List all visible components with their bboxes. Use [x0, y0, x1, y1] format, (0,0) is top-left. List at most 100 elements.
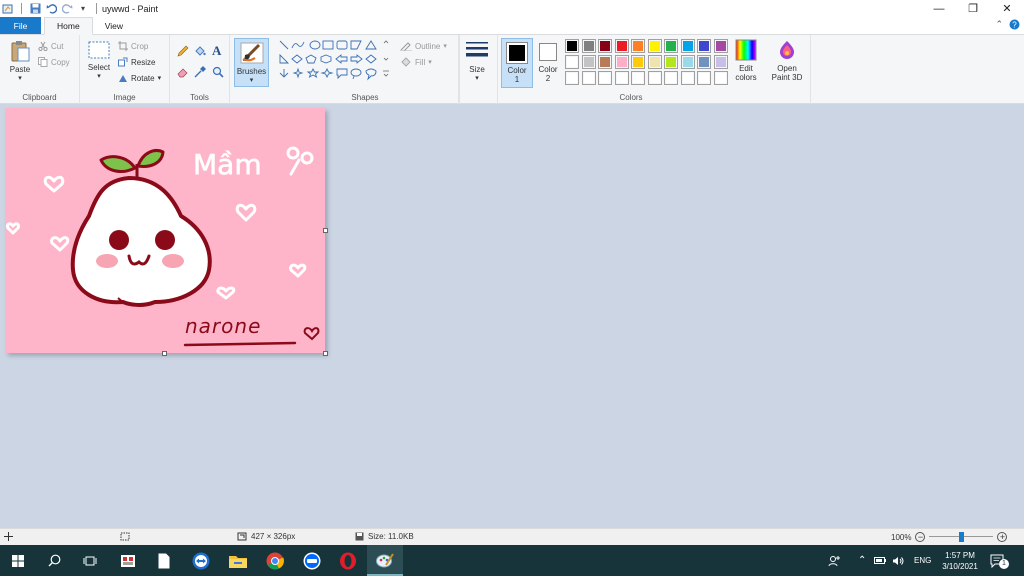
right-cheek — [162, 254, 184, 268]
minimize-button[interactable]: — — [922, 0, 956, 17]
color1-button[interactable]: Color 1 — [501, 38, 533, 88]
close-button[interactable]: ✕ — [990, 0, 1024, 17]
taskbar-opera[interactable] — [330, 545, 366, 576]
crop-button[interactable]: Crop — [118, 41, 148, 51]
text-tool-icon[interactable]: A — [212, 43, 221, 59]
zoom-in-button[interactable]: + — [997, 532, 1008, 542]
fill-button[interactable]: Fill ▾ — [400, 57, 432, 67]
taskbar-zalo[interactable] — [294, 545, 330, 576]
ribbon-controls: ⌃ ? — [995, 19, 1020, 32]
fill-bucket-icon[interactable] — [194, 45, 206, 59]
right-eye — [155, 230, 175, 250]
canvas-resize-handle-right[interactable] — [323, 228, 328, 233]
taskbar-app-1[interactable] — [110, 545, 146, 576]
heart-doodle — [50, 236, 70, 252]
paste-icon — [11, 41, 30, 62]
taskbar-teamviewer[interactable] — [183, 545, 219, 576]
taskbar-file-explorer[interactable] — [220, 545, 256, 576]
zoom-slider[interactable] — [929, 532, 994, 542]
taskbar: ⌃ ENG 1:57 PM 3/10/2021 1 — [0, 545, 1024, 576]
taskbar-paint[interactable] — [367, 545, 403, 576]
paint-app-icon[interactable] — [2, 3, 14, 15]
tab-file[interactable]: File — [0, 17, 41, 34]
title-bar: ▾ uywwd - Paint — ❐ ✕ — [0, 0, 1024, 17]
heart-doodle — [216, 286, 236, 300]
image-group-label: Image — [113, 93, 136, 102]
folder-icon — [229, 555, 247, 568]
colors-group: Colors — [561, 35, 811, 104]
volume-icon[interactable] — [892, 556, 904, 566]
notification-count-badge: 1 — [999, 559, 1009, 569]
tools-group: A Tools — [170, 35, 230, 104]
paint-icon — [376, 552, 394, 567]
taskbar-chrome[interactable] — [257, 545, 293, 576]
pencil-icon[interactable] — [177, 45, 189, 59]
system-tray-icons — [874, 545, 904, 576]
clipboard-group: Paste ▾ Cut Copy Clipboard — [0, 35, 80, 104]
copy-button[interactable]: Copy — [38, 57, 70, 67]
cut-button[interactable]: Cut — [38, 41, 63, 51]
color2-swatch — [539, 43, 557, 61]
restore-button[interactable]: ❐ — [956, 0, 990, 17]
clock[interactable]: 1:57 PM 3/10/2021 — [938, 545, 982, 576]
image-group: Select ▾ Crop Resize Rotate ▾ Image — [80, 35, 170, 104]
save-icon[interactable] — [29, 3, 41, 15]
battery-icon[interactable] — [874, 556, 886, 565]
heart-doodle — [43, 175, 65, 193]
window-controls: — ❐ ✕ — [922, 0, 1024, 17]
shapes-group-label: Shapes — [351, 93, 379, 102]
tab-home[interactable]: Home — [44, 17, 93, 35]
drawing-canvas[interactable]: Mầm narone — [5, 108, 325, 353]
canvas-resize-handle-corner[interactable] — [323, 351, 328, 356]
ribbon-tabs: File Home View ⌃ ? — [0, 17, 1024, 35]
opera-icon — [340, 552, 356, 569]
heart-doodle — [235, 203, 257, 222]
task-view-icon — [83, 556, 97, 565]
task-view-button[interactable] — [72, 545, 108, 576]
magnifier-icon[interactable] — [212, 66, 224, 80]
crop-icon — [118, 41, 128, 51]
rotate-button[interactable]: Rotate ▾ — [118, 73, 161, 83]
zoom-out-button[interactable]: − — [915, 532, 926, 542]
eraser-icon[interactable] — [177, 66, 189, 80]
canvas-drawing: Mầm narone — [6, 146, 320, 347]
people-button[interactable] — [828, 545, 842, 576]
action-center-button[interactable]: 1 — [990, 545, 1009, 576]
undo-icon[interactable] — [45, 3, 57, 15]
tools-group-label: Tools — [190, 93, 209, 102]
start-button[interactable] — [0, 545, 36, 576]
customize-quick-access-dropdown[interactable]: ▾ — [77, 3, 89, 15]
heart-doodle — [289, 263, 307, 278]
outline-icon — [400, 42, 412, 51]
canvas-workspace[interactable]: Mầm narone — [0, 104, 1024, 528]
windows-icon — [12, 554, 24, 567]
show-hidden-icons[interactable]: ⌃ — [858, 545, 866, 576]
media-app-icon — [121, 554, 135, 567]
fill-icon — [401, 57, 411, 67]
shapes-group: Outline ▾ Fill ▾ Shapes — [272, 35, 459, 104]
tab-view[interactable]: View — [93, 17, 135, 34]
resize-button[interactable]: Resize — [118, 57, 155, 67]
color-picker-icon[interactable] — [194, 66, 206, 80]
taskbar-notepad[interactable] — [146, 545, 182, 576]
color2-button[interactable]: Color 2 — [535, 38, 561, 88]
help-icon[interactable]: ? — [1009, 19, 1020, 32]
chevron-up-icon: ⌃ — [858, 555, 867, 566]
brushes-button[interactable]: Brushes ▾ — [234, 38, 269, 87]
bun-character — [70, 176, 212, 307]
heart-doodle — [6, 222, 20, 235]
redo-icon[interactable] — [61, 3, 73, 15]
canvas-resize-handle-bottom[interactable] — [162, 351, 167, 356]
size-button[interactable]: Size ▾ — [462, 40, 492, 83]
paste-button[interactable]: Paste ▾ — [4, 39, 36, 83]
minimize-ribbon-icon[interactable]: ⌃ — [995, 19, 1003, 32]
outline-button[interactable]: Outline ▾ — [400, 41, 447, 51]
shapes-gallery[interactable] — [278, 39, 390, 83]
select-icon — [88, 41, 110, 59]
search-button[interactable] — [36, 545, 72, 576]
language-indicator[interactable]: ENG — [914, 545, 931, 576]
select-button[interactable]: Select ▾ — [84, 40, 114, 81]
zoom-slider-thumb[interactable] — [958, 532, 964, 542]
canvas-title-text: Mầm — [193, 148, 262, 181]
clover-doodle — [286, 146, 314, 176]
